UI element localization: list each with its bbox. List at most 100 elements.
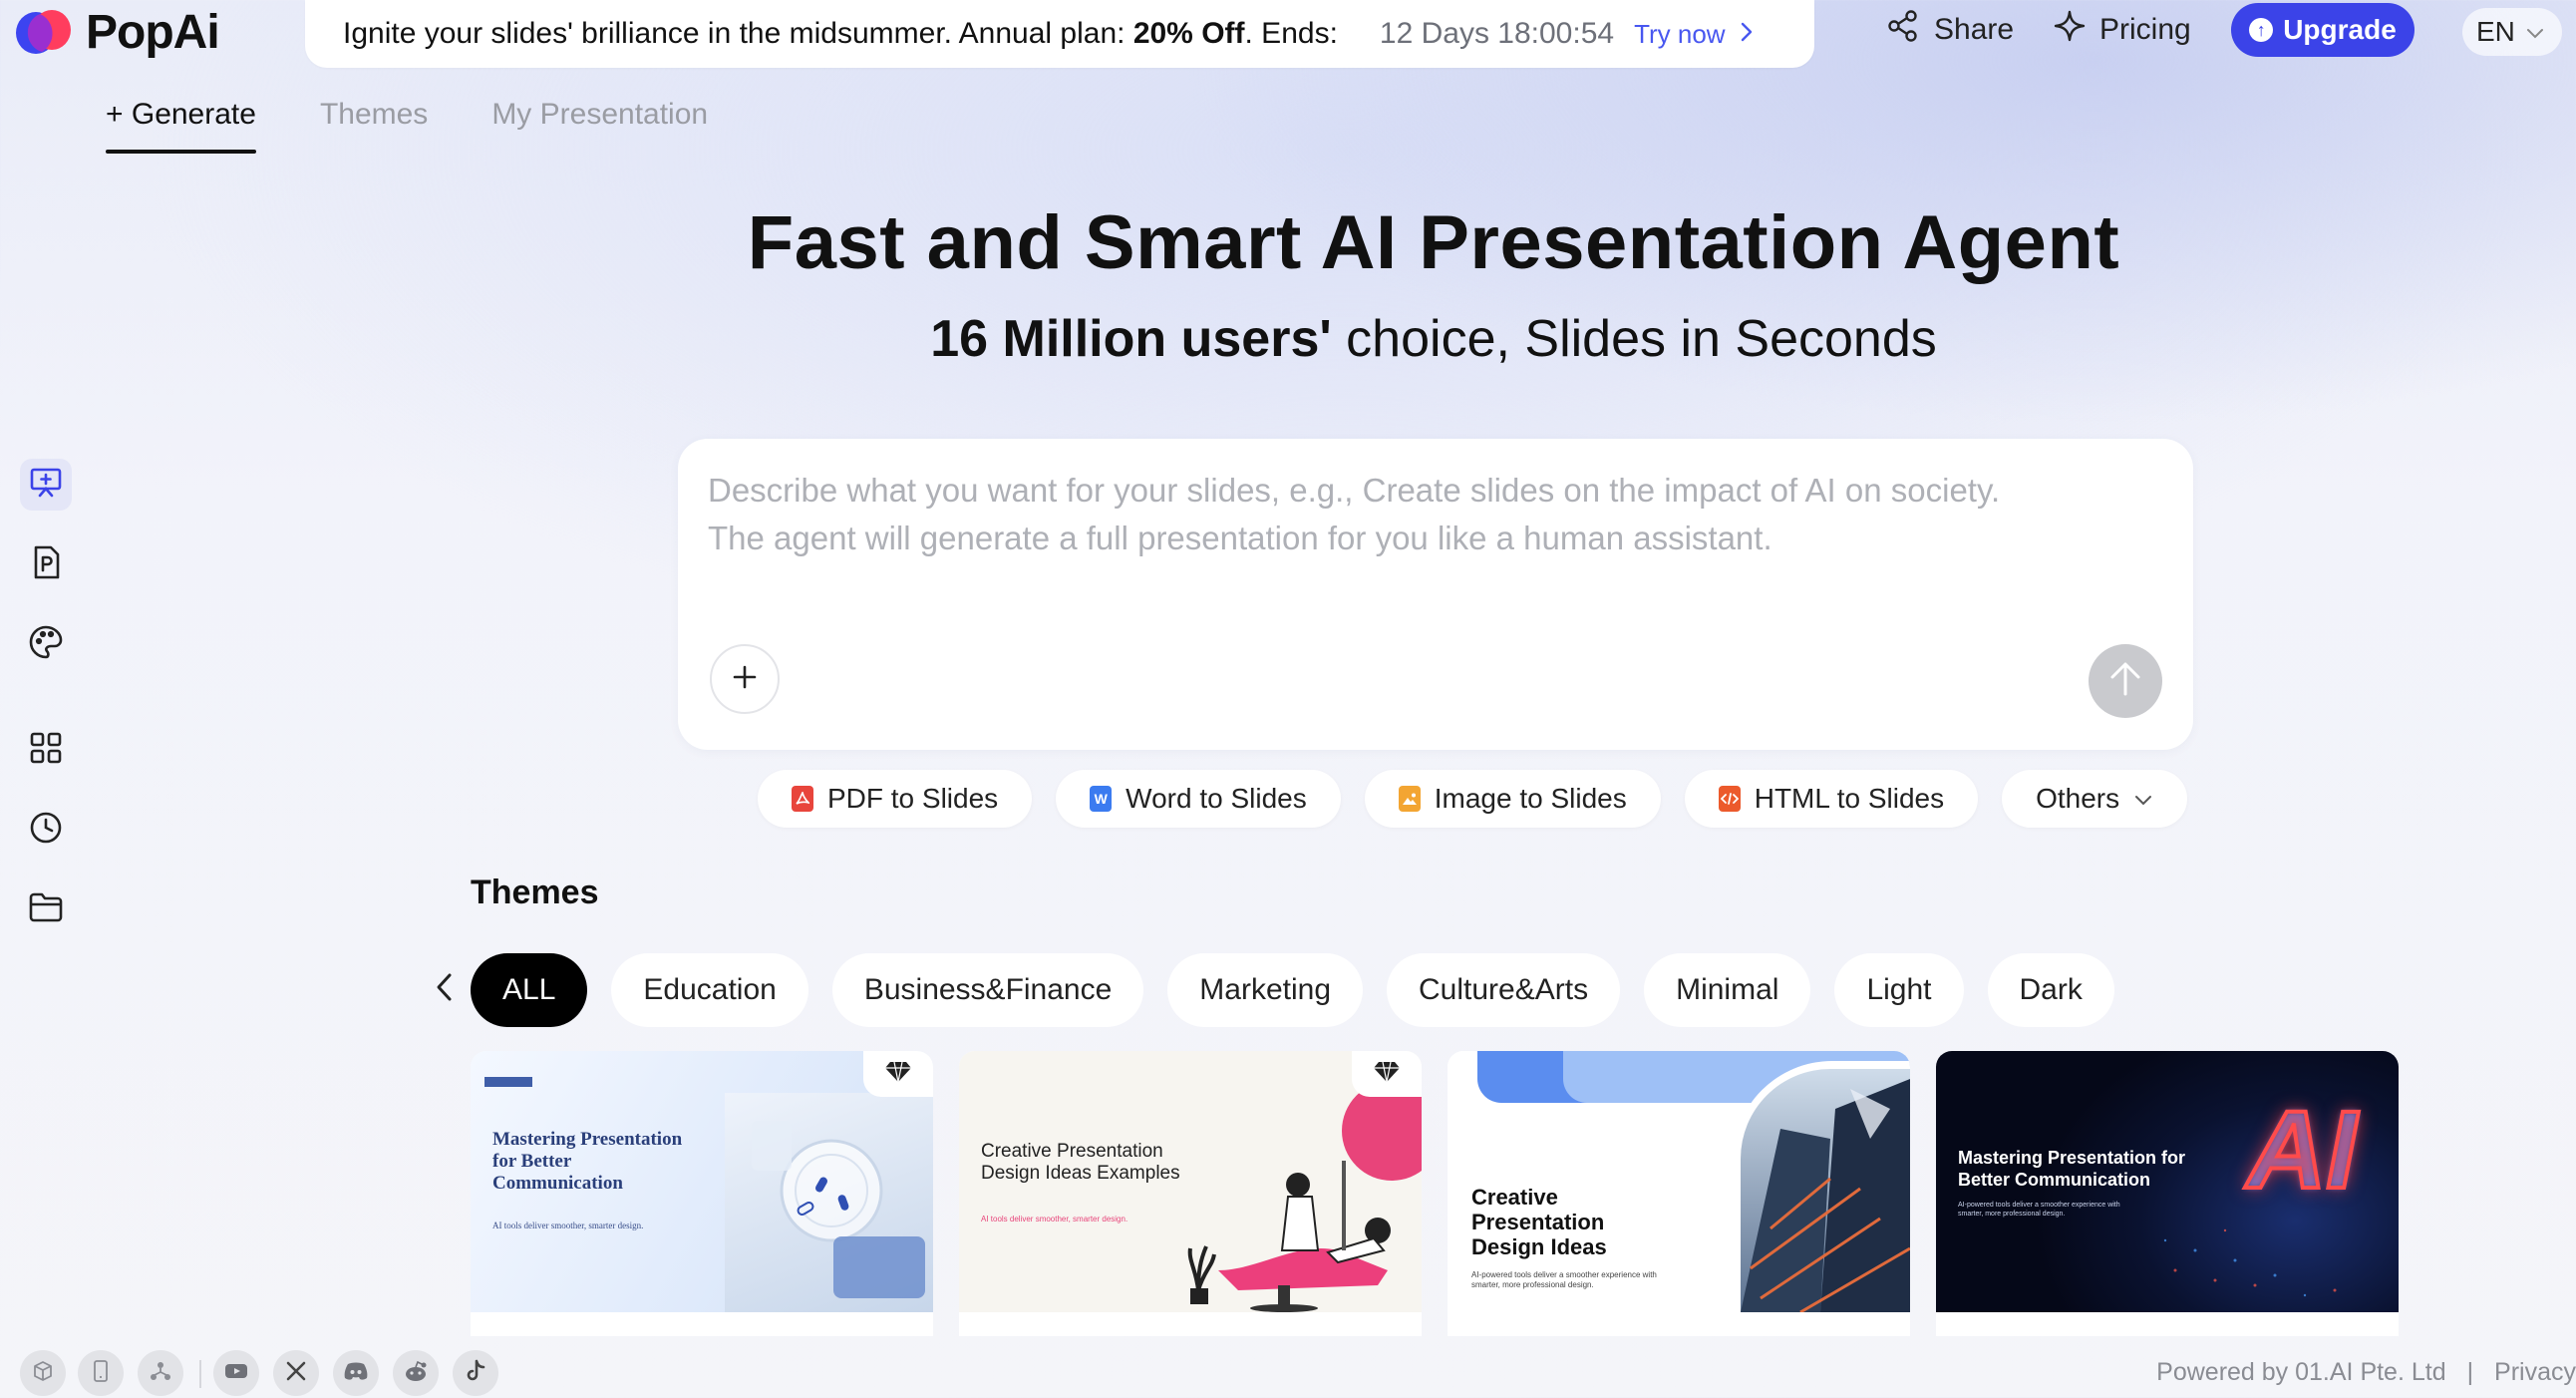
rail-templates-button[interactable] [20,724,72,776]
theme-card[interactable]: Creative Presentation Design Ideas AI-po… [1448,1051,1910,1336]
theme-categories: ALL Education Business&Finance Marketing… [471,953,2114,1027]
tab-themes[interactable]: Themes [320,98,428,154]
card-footer [1936,1312,2399,1336]
image-to-slides-button[interactable]: Image to Slides [1364,770,1661,828]
category-business-finance[interactable]: Business&Finance [831,953,1144,1027]
palette-icon [28,624,64,665]
add-attachment-button[interactable] [710,644,780,714]
upgrade-label: Upgrade [2283,14,2397,45]
word-to-slides-button[interactable]: W Word to Slides [1056,770,1341,828]
card-subtitle: AI-powered tools deliver a smoother expe… [1958,1202,2120,1218]
page-title: Fast and Smart AI Presentation Agent [747,200,2120,285]
main-tabs: + Generate Themes My Presentation [106,98,708,154]
privacy-link[interactable]: Privacy [2494,1358,2576,1386]
youtube-icon [224,1362,248,1385]
others-label: Others [2036,783,2120,814]
rail-ppt-button[interactable] [20,538,72,590]
premium-badge [1352,1051,1422,1097]
tiktok-icon [466,1359,485,1388]
skyscraper-illustration [1741,1069,1910,1312]
category-marketing[interactable]: Marketing [1167,953,1364,1027]
rail-palette-button[interactable] [20,618,72,670]
tab-my-presentation[interactable]: My Presentation [491,98,708,154]
category-education[interactable]: Education [611,953,808,1027]
others-dropdown[interactable]: Others [2002,770,2188,828]
chevron-left-icon [435,971,455,1008]
image-icon [1398,786,1421,812]
chevron-down-icon [2525,16,2545,48]
pdf-icon [792,786,813,812]
card-subtitle: AI-powered tools deliver a smoother expe… [1471,1270,1657,1289]
category-light[interactable]: Light [1834,953,1964,1027]
word-icon: W [1090,786,1113,812]
brand-logo[interactable]: PopAi [12,4,220,60]
html-to-slides-button[interactable]: HTML to Slides [1684,770,1979,828]
categories-prev-button[interactable] [429,969,461,1009]
history-icon [28,810,64,851]
reddit-link[interactable] [393,1350,439,1396]
promo-text-end: . Ends: [1244,17,1338,50]
grid-icon [29,731,63,770]
footer-divider [199,1360,201,1388]
upgrade-button[interactable]: ↑ Upgrade [2231,3,2415,57]
arrow-up-icon [2108,660,2142,703]
category-minimal[interactable]: Minimal [1644,953,1811,1027]
reddit-icon [403,1360,429,1387]
tab-generate[interactable]: + Generate [106,98,256,154]
share-icon [1886,9,1920,51]
theme-cards: Mastering Presentation for Better Commun… [471,1051,2399,1336]
folder-icon [28,890,64,929]
language-select[interactable]: EN [2462,8,2562,56]
theme-card[interactable]: AI Mastering Presentation for Better Com… [1936,1051,2399,1336]
category-all[interactable]: ALL [471,953,588,1027]
promo-discount: 20% Off [1132,17,1245,50]
pdf-to-slides-button[interactable]: PDF to Slides [758,770,1033,828]
try-now-link[interactable]: Try now [1634,19,1726,50]
card-title: Creative Presentation Design Ideas Examp… [981,1141,1180,1184]
footer-extension-button[interactable] [20,1350,66,1396]
x-twitter-link[interactable] [273,1350,319,1396]
plus-icon [732,664,758,695]
word-to-slides-label: Word to Slides [1126,783,1307,814]
tiktok-link[interactable] [453,1350,498,1396]
popai-logo-icon [12,6,76,58]
category-dark[interactable]: Dark [1987,953,2114,1027]
footer-api-button[interactable] [138,1350,183,1396]
theme-card[interactable]: Creative Presentation Design Ideas Examp… [959,1051,1422,1336]
discord-link[interactable] [333,1350,379,1396]
theme-preview: Mastering Presentation for Better Commun… [471,1051,933,1312]
card-footer [959,1312,1422,1336]
x-icon [285,1360,307,1387]
powered-by-text: Powered by 01.AI Pte. Ltd [2156,1358,2446,1386]
promo-text: Ignite your slides' brilliance in the mi… [343,17,1133,50]
subtitle-rest: choice, Slides in Seconds [1331,310,1937,368]
youtube-link[interactable] [213,1350,259,1396]
card-title: Mastering Presentation for Better Commun… [1958,1148,2186,1190]
card-subtitle: AI tools deliver smoother, smarter desig… [981,1215,1128,1223]
promo-banner[interactable]: Ignite your slides' brilliance in the mi… [305,0,1814,68]
page-subtitle: 16 Million users' choice, Slides in Seco… [0,309,2576,369]
theme-card[interactable]: Mastering Presentation for Better Commun… [471,1051,933,1336]
footer-mobile-app-button[interactable] [78,1350,124,1396]
phone-icon [92,1359,110,1388]
pricing-button[interactable]: Pricing [2054,0,2191,60]
card-title: Creative Presentation Design Ideas [1471,1185,1607,1259]
theme-preview: AI Mastering Presentation for Better Com… [1936,1051,2399,1312]
prompt-input[interactable] [708,467,2163,626]
send-button[interactable] [2089,644,2162,718]
rail-presentation-button[interactable] [20,459,72,511]
ai-art-text: AI [2245,1087,2359,1214]
rail-history-button[interactable] [20,804,72,856]
card-subtitle: AI tools deliver smoother, smarter desig… [492,1221,644,1230]
ppt-file-icon [29,544,63,585]
dentist-illustration [1187,1161,1391,1312]
pricing-label: Pricing [2099,13,2191,46]
diamond-icon [1373,1060,1401,1089]
nodes-icon [149,1360,172,1387]
rail-folder-button[interactable] [20,883,72,935]
themes-heading: Themes [471,874,599,911]
share-button[interactable]: Share [1886,0,2014,60]
brand-name: PopAi [86,5,220,59]
category-culture-arts[interactable]: Culture&Arts [1387,953,1621,1027]
theme-preview: Creative Presentation Design Ideas AI-po… [1448,1051,1910,1312]
